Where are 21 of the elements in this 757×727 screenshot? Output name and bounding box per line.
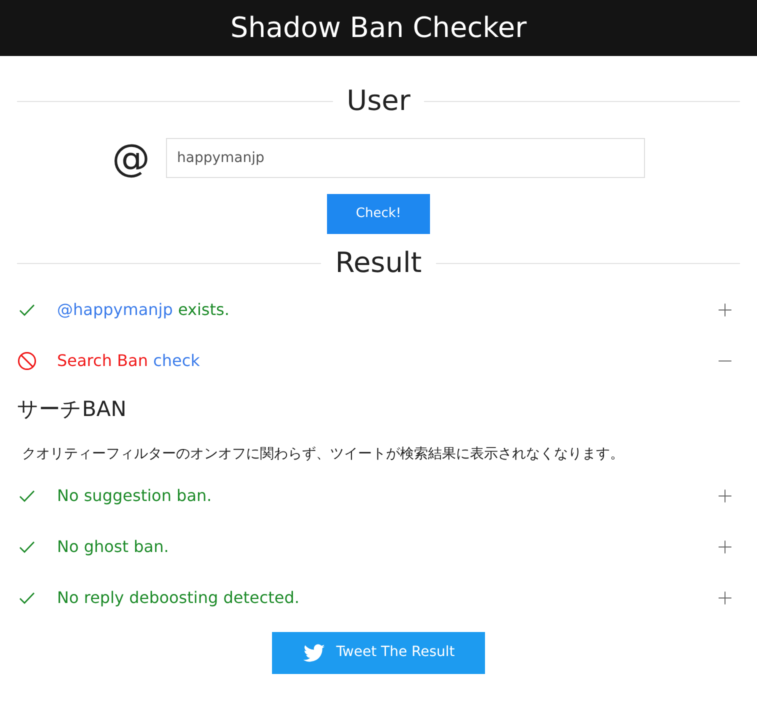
expand-icon[interactable] [717, 539, 733, 555]
tweet-button[interactable]: Tweet The Result [272, 632, 485, 674]
section-heading: Result [335, 245, 422, 281]
expand-icon[interactable] [717, 590, 733, 606]
detail-description: クオリティーフィルターのオンオフに関わらず、ツイートが検索結果に表示されなくなります。 [22, 444, 625, 464]
result-text: @happymanjp exists. [57, 298, 230, 320]
check-button[interactable]: Check! [327, 194, 430, 234]
result-text: No ghost ban. [57, 536, 169, 558]
username-field[interactable]: happymanjp [166, 138, 645, 178]
result-text: No suggestion ban. [57, 485, 212, 507]
result-text: Search Ban check [57, 350, 200, 372]
result-link[interactable]: check [148, 350, 200, 370]
section-heading: User [346, 83, 410, 119]
expand-icon[interactable] [717, 488, 733, 504]
at-sign: @ [112, 139, 150, 177]
expand-icon[interactable] [717, 302, 733, 318]
result-link[interactable]: @happymanjp [57, 300, 173, 318]
result-text: No reply deboosting detected. [57, 587, 300, 609]
detail-heading: サーチBAN [17, 396, 128, 423]
prohibited-icon [17, 350, 37, 370]
page-title: Shadow Ban Checker [230, 11, 527, 44]
